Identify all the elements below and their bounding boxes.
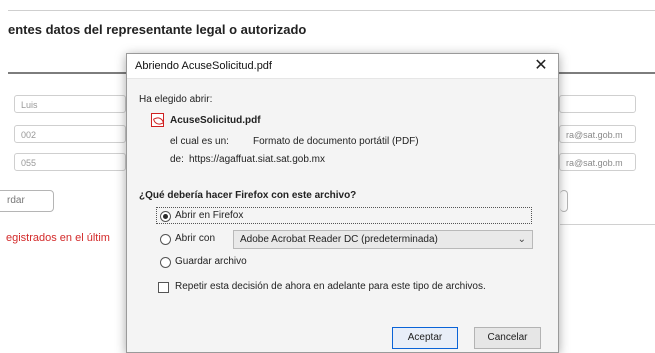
dialog-titlebar: Abriendo AcuseSolicitud.pdf ✕ bbox=[127, 54, 558, 79]
cancel-button[interactable]: Cancelar bbox=[474, 327, 541, 349]
radio-open-with[interactable] bbox=[160, 234, 171, 245]
email-field-2[interactable]: ra@sat.gob.m bbox=[559, 153, 636, 171]
chevron-down-icon: ⌄ bbox=[517, 234, 526, 245]
type-label: el cual es un: bbox=[170, 136, 229, 147]
radio-save-file[interactable] bbox=[160, 257, 171, 268]
open-file-dialog: Abriendo AcuseSolicitud.pdf ✕ Ha elegido… bbox=[126, 53, 559, 353]
from-label: de: bbox=[170, 154, 184, 165]
open-with-app-value: Adobe Acrobat Reader DC (predeterminada) bbox=[240, 234, 438, 245]
page-heading: entes datos del representante legal o au… bbox=[8, 22, 307, 37]
type-value: Formato de documento portátil (PDF) bbox=[253, 136, 419, 147]
email-field-1[interactable]: ra@sat.gob.m bbox=[559, 125, 636, 143]
file-name: AcuseSolicitud.pdf bbox=[170, 115, 261, 126]
top-divider bbox=[8, 10, 655, 11]
radio-open-in-firefox[interactable] bbox=[160, 211, 171, 222]
right-field-1[interactable] bbox=[559, 95, 636, 113]
chosen-open-label: Ha elegido abrir: bbox=[139, 94, 213, 105]
open-with-app-select[interactable]: Adobe Acrobat Reader DC (predeterminada)… bbox=[233, 230, 533, 249]
name-field[interactable]: Luis bbox=[14, 95, 126, 113]
phone-field-1[interactable]: 002 bbox=[14, 125, 126, 143]
phone-field-2[interactable]: 055 bbox=[14, 153, 126, 171]
right-divider bbox=[560, 224, 655, 225]
radio-open-in-firefox-label[interactable]: Abrir en Firefox bbox=[175, 210, 243, 221]
right-button[interactable] bbox=[560, 190, 568, 212]
radio-save-file-label[interactable]: Guardar archivo bbox=[175, 256, 247, 267]
radio-open-with-label[interactable]: Abrir con bbox=[175, 233, 215, 244]
question-label: ¿Qué debería hacer Firefox con este arch… bbox=[139, 190, 357, 201]
error-message: egistrados en el últim bbox=[6, 232, 110, 244]
from-value: https://agaffuat.siat.sat.gob.mx bbox=[189, 154, 326, 165]
save-button[interactable]: rdar bbox=[0, 190, 54, 212]
remember-label[interactable]: Repetir esta decisión de ahora en adelan… bbox=[175, 281, 486, 292]
accept-button[interactable]: Aceptar bbox=[392, 327, 458, 349]
remember-checkbox[interactable] bbox=[158, 282, 169, 293]
dialog-title: Abriendo AcuseSolicitud.pdf bbox=[135, 60, 272, 72]
close-icon[interactable]: ✕ bbox=[524, 54, 558, 78]
pdf-icon bbox=[151, 113, 164, 127]
